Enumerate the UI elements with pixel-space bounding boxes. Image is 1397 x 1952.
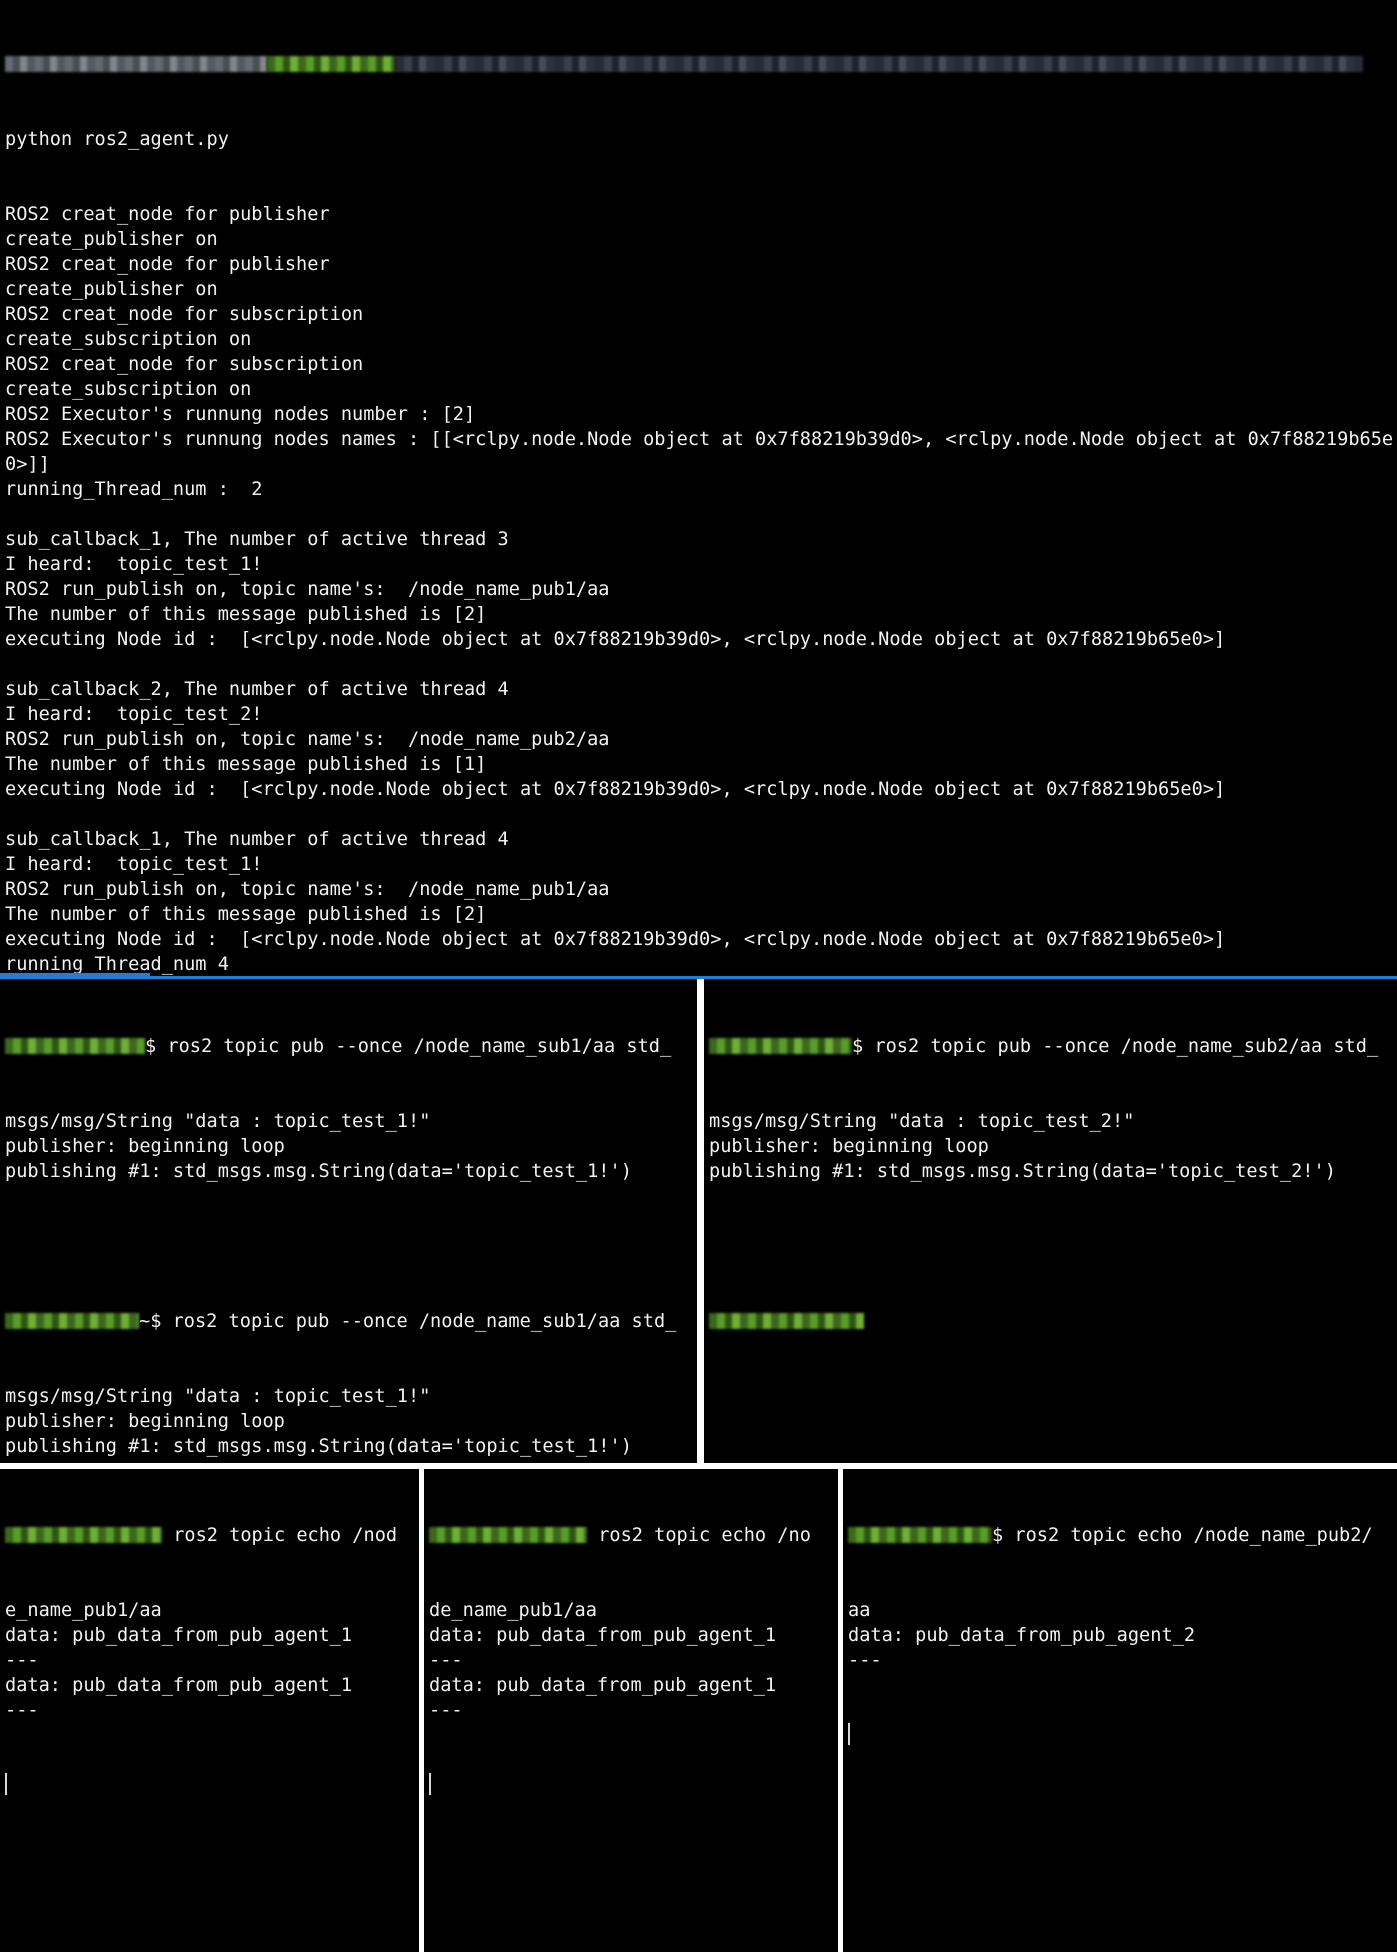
- output-line: data: pub_data_from_pub_agent_1: [429, 1675, 777, 1696]
- output-line: ---: [429, 1650, 463, 1671]
- output-line: ROS2 run_publish on, topic name's: /node…: [5, 879, 610, 900]
- pub-right-output: $ ros2 topic pub --once /node_name_sub2/…: [709, 984, 1395, 1384]
- cursor-line: [5, 1773, 417, 1798]
- echo-1-output: ros2 topic echo /nod e_name_pub1/aa data:…: [5, 1473, 417, 1848]
- redacted-user: [429, 1527, 587, 1543]
- output-line: executing Node id : [<rclpy.node.Node ob…: [5, 929, 1226, 950]
- pub-left-output: $ ros2 topic pub --once /node_name_sub1/…: [5, 984, 695, 1463]
- echo-1-terminal-pane[interactable]: ros2 topic echo /nod e_name_pub1/aa data:…: [0, 1469, 419, 1952]
- output-line: create_subscription on: [5, 329, 252, 350]
- output-line: ROS2 run_publish on, topic name's: /node…: [5, 579, 610, 600]
- output-line: ---: [5, 1650, 39, 1671]
- output-line: create_subscription on: [5, 379, 252, 400]
- output-line: aa: [848, 1600, 871, 1621]
- output-line: publisher: beginning loop: [709, 1136, 989, 1157]
- output-line: e_name_pub1/aa: [5, 1600, 162, 1621]
- text-cursor: [848, 1723, 850, 1745]
- output-line: publisher: beginning loop: [5, 1411, 285, 1432]
- redacted-prompt: [709, 1313, 864, 1329]
- output-line: publishing #1: std_msgs.msg.String(data=…: [5, 1436, 632, 1457]
- output-line: sub_callback_1, The number of active thr…: [5, 529, 509, 550]
- output-line: running_Thread_num 4: [5, 954, 229, 975]
- output-line: I heard: topic_test_2!: [5, 704, 263, 725]
- redacted-path: [395, 56, 1363, 72]
- output-line: I heard: topic_test_1!: [5, 854, 263, 875]
- redacted-user: [267, 56, 395, 72]
- output-line: data: pub_data_from_pub_agent_1: [5, 1675, 353, 1696]
- output-lines: msgs/msg/String "data : topic_test_2!"pu…: [709, 1109, 1395, 1184]
- output-lines: msgs/msg/String "data : topic_test_1!"pu…: [5, 1109, 695, 1184]
- redacted-user: [848, 1527, 992, 1543]
- output-line: The number of this message published is …: [5, 754, 487, 775]
- output-line: 0>]]: [5, 454, 50, 475]
- echo-2-output: ros2 topic echo /no de_name_pub1/aa data:…: [429, 1473, 836, 1848]
- output-line: sub_callback_1, The number of active thr…: [5, 829, 509, 850]
- prompt-line: ros2 topic echo /no: [429, 1523, 836, 1548]
- output-line: The number of this message published is …: [5, 904, 487, 925]
- pub-right-terminal-pane[interactable]: $ ros2 topic pub --once /node_name_sub2/…: [704, 979, 1397, 1463]
- output-line: I heard: topic_test_1!: [5, 554, 263, 575]
- output-line: ROS2 creat_node for subscription: [5, 354, 364, 375]
- output-line: The number of this message published is …: [5, 604, 487, 625]
- output-line: data: pub_data_from_pub_agent_1: [5, 1625, 353, 1646]
- command-line: python ros2_agent.py: [5, 129, 229, 150]
- prompt-line: ~$ ros2 topic pub --once /node_name_sub1…: [5, 1309, 695, 1334]
- output-line: ROS2 creat_node for subscription: [5, 304, 364, 325]
- redacted-user: [5, 1038, 145, 1054]
- output-line: msgs/msg/String "data : topic_test_2!": [709, 1111, 1135, 1132]
- prompt-line: $ ros2 topic pub --once /node_name_sub1/…: [5, 1034, 695, 1059]
- pane-divider-vertical-pub[interactable]: [697, 979, 704, 1463]
- output-line: ROS2 creat_node for publisher: [5, 204, 330, 225]
- redacted-user: [5, 1527, 162, 1543]
- output-line: ROS2 Executor's runnung nodes names : [[…: [5, 429, 1394, 450]
- redacted-hostname: [5, 56, 267, 72]
- output-line: msgs/msg/String "data : topic_test_1!": [5, 1111, 431, 1132]
- output-line: sub_callback_2, The number of active thr…: [5, 679, 509, 700]
- top-terminal-output: python ros2_agent.py ROS2 creat_node for…: [5, 2, 1395, 975]
- output-line: running_Thread_num : 2: [5, 479, 263, 500]
- output-line: create_publisher on: [5, 229, 218, 250]
- output-lines: ROS2 creat_node for publisher create_publ…: [5, 202, 1395, 975]
- output-lines: de_name_pub1/aa data: pub_data_from_pub_a…: [429, 1598, 836, 1723]
- prompt-line: $ ros2 topic echo /node_name_pub2/: [848, 1523, 1395, 1548]
- output-line: ROS2 Executor's runnung nodes number : […: [5, 404, 476, 425]
- output-line: ---: [5, 1700, 39, 1721]
- redacted-user: [5, 1313, 139, 1329]
- prompt-line: [709, 1309, 1395, 1334]
- output-line: data: pub_data_from_pub_agent_2: [848, 1625, 1196, 1646]
- output-line: data: pub_data_from_pub_agent_1: [429, 1625, 777, 1646]
- output-line: ---: [429, 1700, 463, 1721]
- echo-3-terminal-pane[interactable]: $ ros2 topic echo /node_name_pub2/ aa dat…: [843, 1469, 1397, 1952]
- echo-2-terminal-pane[interactable]: ros2 topic echo /no de_name_pub1/aa data:…: [424, 1469, 838, 1952]
- output-line: publishing #1: std_msgs.msg.String(data=…: [5, 1161, 632, 1182]
- text-cursor: [429, 1773, 431, 1795]
- top-terminal-pane[interactable]: python ros2_agent.py ROS2 creat_node for…: [0, 0, 1397, 975]
- pub-left-terminal-pane[interactable]: $ ros2 topic pub --once /node_name_sub1/…: [0, 979, 697, 1463]
- prompt-line: [5, 52, 1395, 77]
- redacted-user: [709, 1038, 852, 1054]
- cursor-line: [429, 1773, 836, 1798]
- output-lines: msgs/msg/String "data : topic_test_1!"pu…: [5, 1384, 695, 1459]
- output-line: de_name_pub1/aa: [429, 1600, 597, 1621]
- output-line: ROS2 run_publish on, topic name's: /node…: [5, 729, 610, 750]
- output-line: ---: [848, 1650, 882, 1671]
- output-line: publisher: beginning loop: [5, 1136, 285, 1157]
- output-line: create_publisher on: [5, 279, 218, 300]
- output-line: publishing #1: std_msgs.msg.String(data=…: [709, 1161, 1336, 1182]
- output-lines: e_name_pub1/aa data: pub_data_from_pub_ag…: [5, 1598, 417, 1723]
- prompt-line: ros2 topic echo /nod: [5, 1523, 417, 1548]
- output-line: executing Node id : [<rclpy.node.Node ob…: [5, 629, 1226, 650]
- output-lines: aa data: pub_data_from_pub_agent_2 ---: [848, 1598, 1395, 1673]
- output-line: msgs/msg/String "data : topic_test_1!": [5, 1386, 431, 1407]
- prompt-line: $ ros2 topic pub --once /node_name_sub2/…: [709, 1034, 1395, 1059]
- cursor-line: [848, 1723, 1395, 1748]
- echo-3-output: $ ros2 topic echo /node_name_pub2/ aa dat…: [848, 1473, 1395, 1798]
- output-line: executing Node id : [<rclpy.node.Node ob…: [5, 779, 1226, 800]
- output-line: ROS2 creat_node for publisher: [5, 254, 330, 275]
- text-cursor: [5, 1773, 7, 1795]
